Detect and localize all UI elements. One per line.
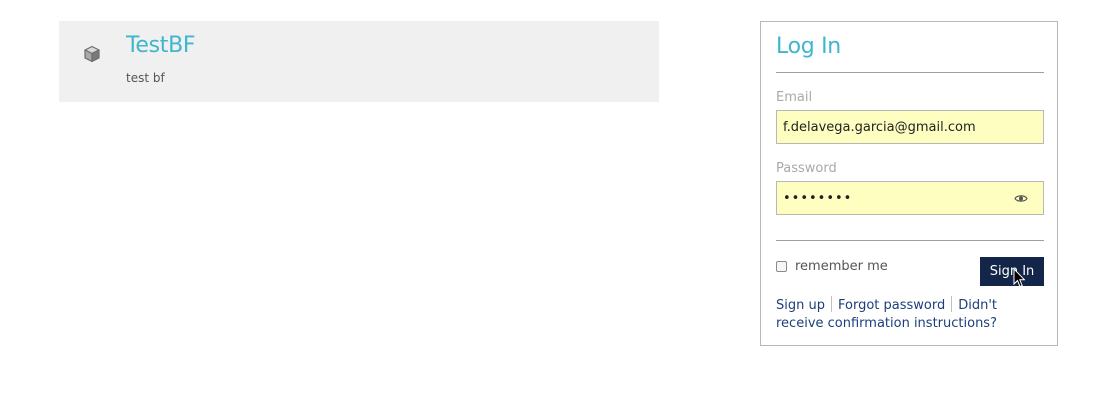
- password-field[interactable]: [776, 181, 1044, 215]
- project-title[interactable]: TestBF: [126, 33, 196, 58]
- project-card[interactable]: TestBF test bf: [59, 21, 659, 102]
- remember-checkbox[interactable]: [776, 260, 787, 272]
- divider: [776, 240, 1044, 241]
- password-label: Password: [776, 161, 837, 176]
- project-description: test bf: [126, 71, 165, 85]
- eye-icon[interactable]: [1014, 194, 1028, 203]
- email-label: Email: [776, 90, 813, 105]
- login-links: Sign up Forgot password Didn't receive con…: [776, 296, 1046, 333]
- mouse-pointer-icon: [1013, 268, 1025, 288]
- email-field[interactable]: [776, 110, 1044, 144]
- sign-up-link[interactable]: Sign up: [776, 298, 825, 313]
- login-title: Log In: [776, 34, 841, 59]
- link-separator: [951, 296, 953, 312]
- divider: [776, 72, 1044, 73]
- sign-in-button[interactable]: Sign In: [980, 257, 1044, 286]
- link-separator: [830, 296, 832, 312]
- cube-icon: [84, 45, 100, 63]
- remember-label: remember me: [795, 258, 888, 274]
- remember-me[interactable]: remember me: [776, 258, 888, 274]
- login-panel: Log In Email Password remember me Sign I…: [760, 21, 1058, 346]
- forgot-password-link[interactable]: Forgot password: [838, 298, 945, 313]
